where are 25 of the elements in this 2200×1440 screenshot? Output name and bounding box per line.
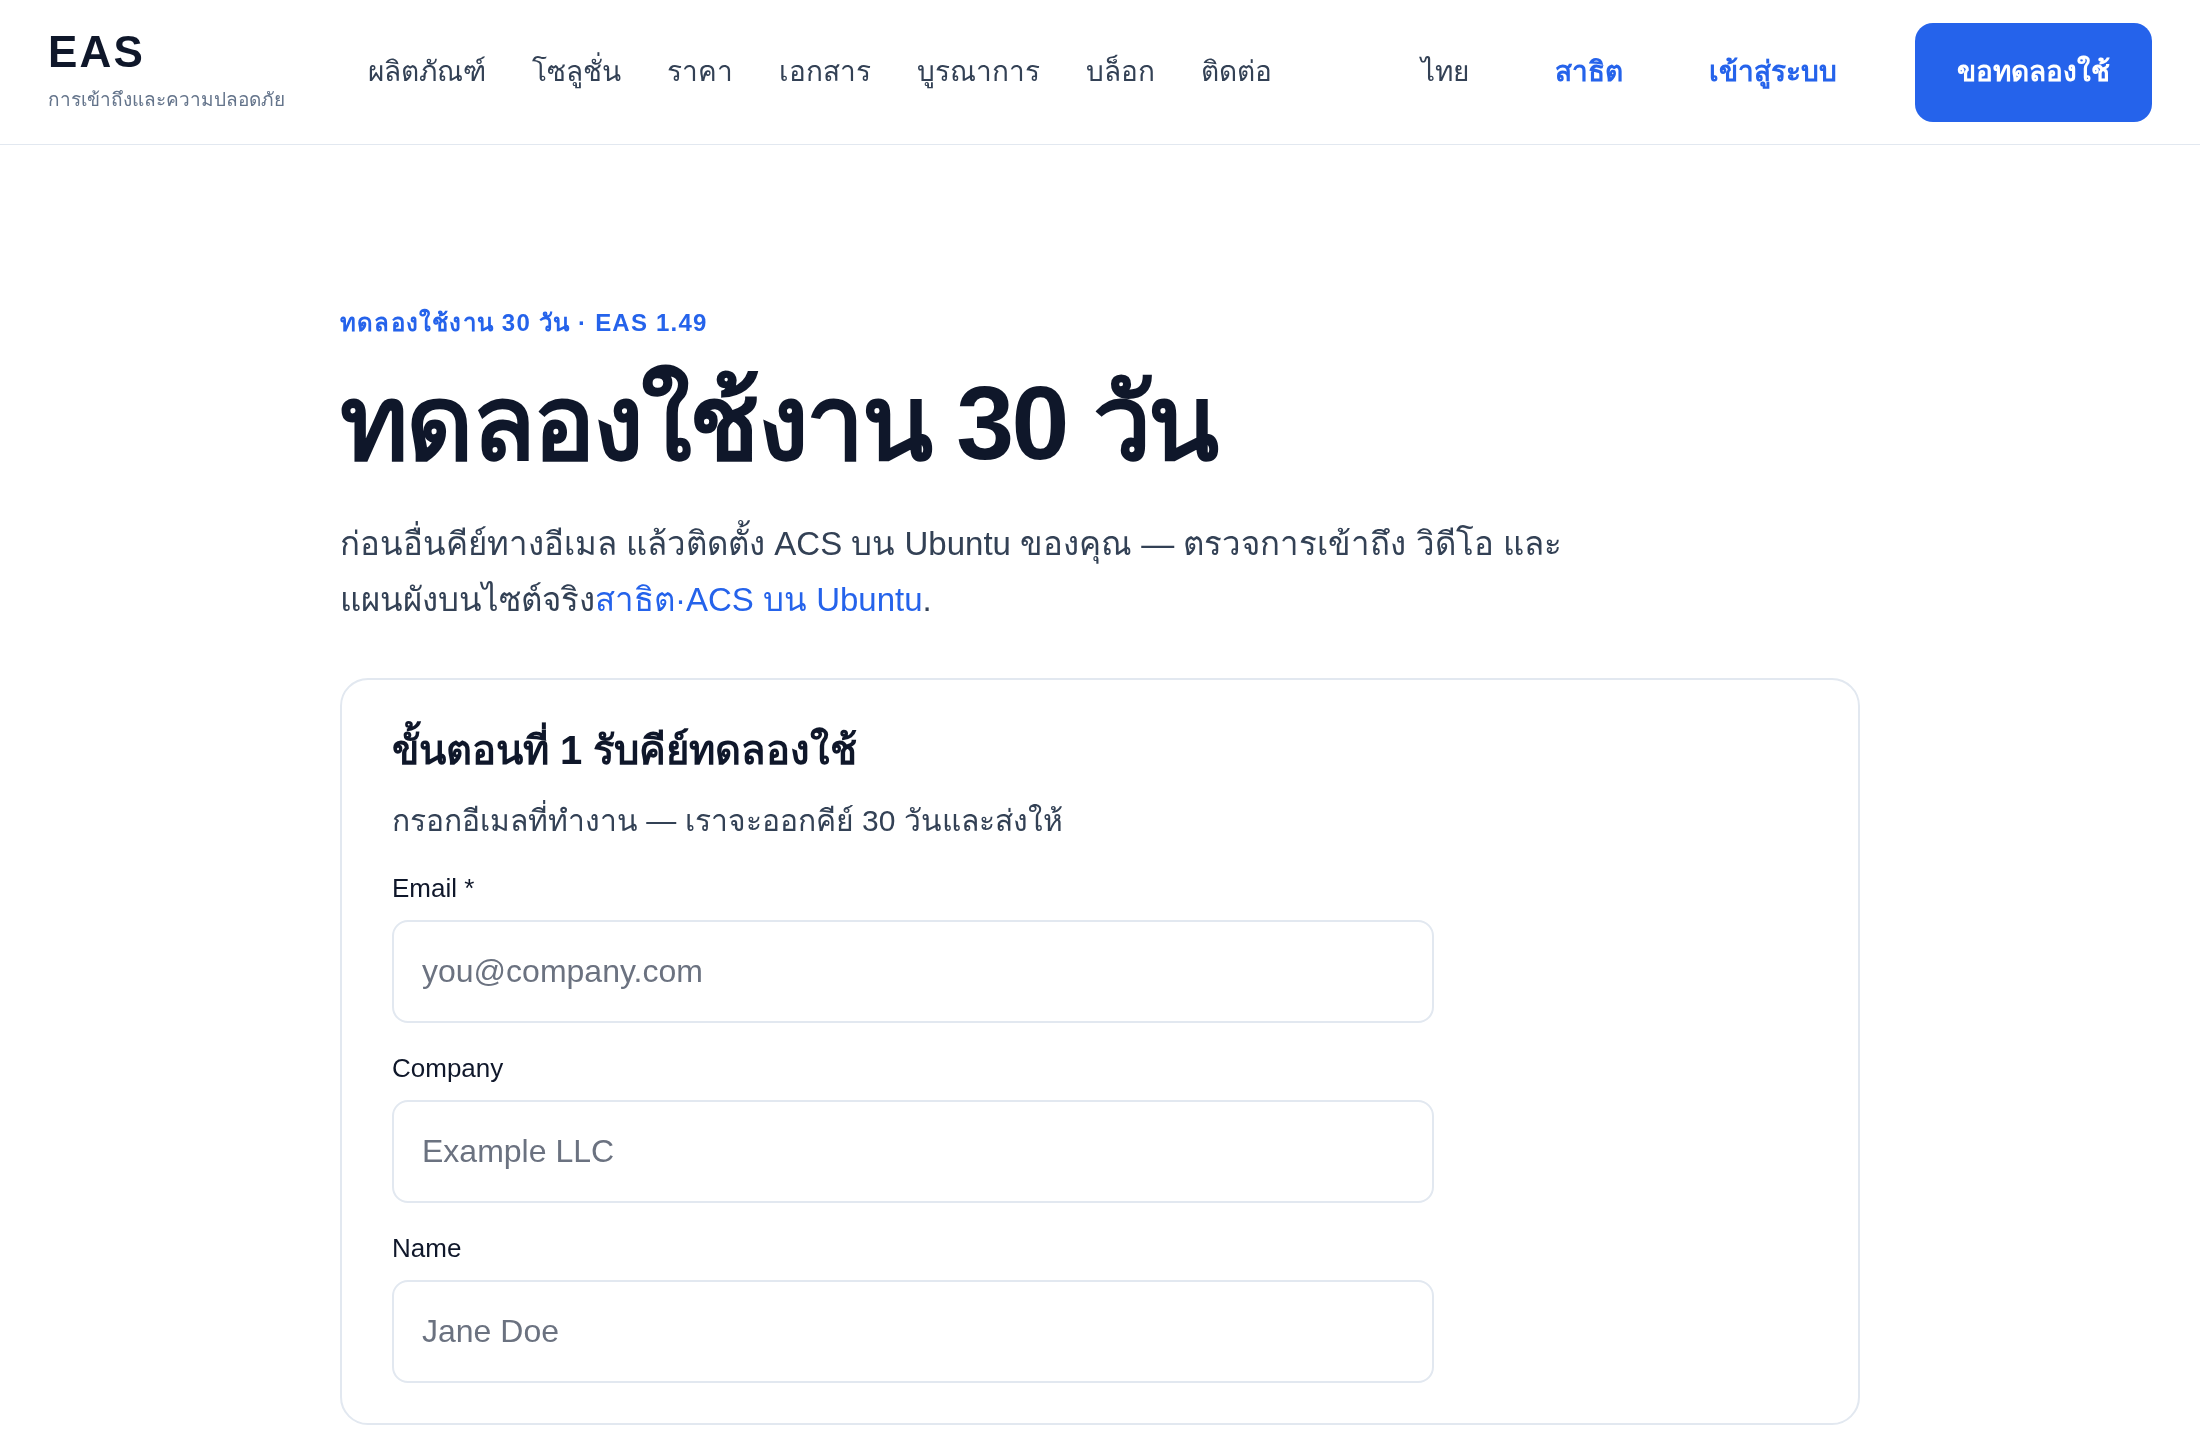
intro-paragraph: ก่อนอื่นคีย์ทางอีเมล แล้วติดตั้ง ACS บน Ubuntu ของคุณ — ตรวจการเข้าถึง วิดีโอ และแผนผังบนไซต์จริงสาธิต·ACS บน Ubuntu. xyxy=(340,515,1640,628)
input-field[interactable]: you@company.com xyxy=(392,919,1434,1023)
nav-link[interactable]: สาธิต xyxy=(1547,51,1631,93)
nav-link[interactable]: บล็อก xyxy=(1086,51,1155,93)
tagline: การเข้าถึงและความปลอดภัย xyxy=(48,87,286,112)
demo-link[interactable]: สาธิต·ACS บน Ubuntu xyxy=(595,580,923,618)
card-subtitle: กรอกอีเมลที่ทำงาน — เราจะออกคีย์ 30 วันและส่งให้ xyxy=(392,797,1808,843)
trial-button[interactable]: ขอทดลองใช้ xyxy=(1915,22,2152,122)
nav-link[interactable]: โซลูชั่น xyxy=(532,51,621,93)
nav-link[interactable]: ติดต่อ xyxy=(1201,51,1272,93)
nav-link[interactable]: ราคา xyxy=(667,51,733,93)
field-label: Company xyxy=(392,1051,505,1085)
input-field[interactable]: Example LLC xyxy=(392,1099,1434,1203)
nav-link[interactable]: บูรณาการ xyxy=(917,51,1040,93)
nav-link[interactable]: เข้าสู่ระบบ xyxy=(1701,51,1845,93)
field-label: Name xyxy=(392,1231,463,1265)
nav-link[interactable]: ผลิตภัณฑ์ xyxy=(368,51,486,93)
logo[interactable]: EAS xyxy=(48,29,318,74)
card-title: ขั้นตอนที่ 1 รับคีย์ทดลองใช้ xyxy=(392,719,1808,780)
nav-link[interactable]: เอกสาร xyxy=(779,51,871,93)
page-title: ทดลองใช้งาน 30 วัน xyxy=(340,363,1219,483)
input-field[interactable]: Jane Doe xyxy=(392,1279,1434,1383)
language-link[interactable]: ไทย xyxy=(1413,51,1477,93)
field-label: Email * xyxy=(392,871,476,905)
eyebrow: ทดลองใช้งาน 30 วัน · EAS 1.49 xyxy=(340,307,709,338)
